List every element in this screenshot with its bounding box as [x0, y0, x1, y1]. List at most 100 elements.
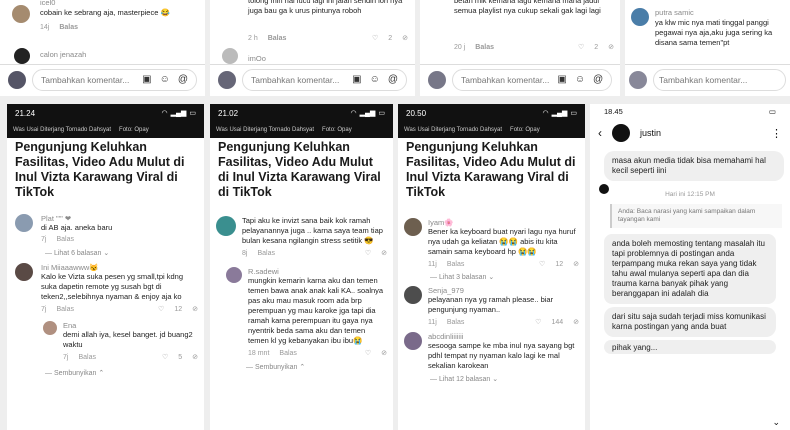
view-replies-link[interactable]: — Lihat 6 balasan ⌄ — [45, 249, 198, 257]
reply-button[interactable]: Balas — [447, 319, 465, 326]
wifi-icon: ◠ — [161, 110, 168, 117]
reply-button[interactable]: Balas — [268, 35, 287, 42]
heart-icon[interactable]: ♡ — [365, 249, 371, 257]
comment-time: 7j — [41, 236, 47, 243]
phone-screenshot-2: 21.02 ◠ ▂▄▆ ▭ Was Usai Diterjang Tornado Da… — [210, 104, 393, 430]
wifi-icon: ◠ — [350, 110, 357, 117]
dislike-icon[interactable]: ⊘ — [608, 43, 614, 51]
clock: 20.50 — [406, 108, 427, 118]
clock: 18.45 — [604, 107, 623, 116]
battery-icon: ▭ — [768, 107, 776, 116]
back-arrow-icon[interactable]: ‹ — [598, 126, 602, 140]
mention-icon[interactable]: @ — [593, 74, 603, 85]
article-headline: Pengunjung Keluhkan Fasilitas, Video Adu… — [210, 138, 393, 202]
news-bar: Was Usai Diterjang Tornado Dahsyat Foto: … — [398, 122, 585, 138]
image-icon[interactable]: ▣ — [352, 74, 361, 85]
reply-button[interactable]: Balas — [78, 354, 96, 361]
dislike-icon[interactable]: ⊘ — [381, 349, 387, 357]
emoji-icon[interactable]: ☺ — [160, 74, 170, 85]
signal-icon: ▂▄▆ — [359, 110, 376, 117]
hide-replies-link[interactable]: — Sembunyikan ⌃ — [246, 363, 387, 371]
battery-icon: ▭ — [378, 110, 385, 117]
signal-icon: ▂▄▆ — [170, 110, 187, 117]
message-bubble: masa akun media tidak bisa memahami hal … — [604, 151, 784, 181]
avatar — [226, 267, 242, 283]
news-bar: Was Usai Diterjang Tornado Dahsyat Foto: … — [7, 122, 204, 138]
dislike-icon[interactable]: ⊘ — [573, 260, 579, 268]
contact-name: justin — [640, 128, 662, 138]
comment-text: tolong min hal lucu lagi ini jalan sendi… — [248, 0, 403, 15]
avatar — [218, 70, 236, 89]
heart-icon[interactable]: ♡ — [578, 43, 584, 51]
more-menu-icon[interactable]: ⋮ — [771, 127, 782, 140]
reply-button[interactable]: Balas — [59, 24, 78, 31]
comment-input[interactable]: Tambahkan komentar... ▣ ☺ @ — [32, 68, 197, 91]
hide-replies-link[interactable]: — Sembunyikan ⌃ — [45, 369, 198, 377]
avatar — [404, 286, 422, 304]
emoji-icon[interactable]: ☺ — [370, 74, 380, 85]
phone-screenshot-1: 21.24 ◠ ▂▄▆ ▭ Was Usai Diterjang Tornado Da… — [7, 104, 204, 430]
dislike-icon[interactable]: ⊘ — [573, 318, 579, 326]
comment-time: 7j — [41, 305, 47, 313]
image-icon[interactable]: ▣ — [142, 74, 151, 85]
quoted-reply: Anda: Baca narasi yang kami sampaikan da… — [610, 204, 782, 228]
message-bubble: dari situ saja sudah terjadi miss komuni… — [604, 307, 776, 337]
comment-text: cobain ke sebrang aja, masterpiece 😂 — [40, 8, 170, 17]
reply-button[interactable]: Balas — [447, 261, 465, 268]
heart-icon[interactable]: ♡ — [365, 349, 371, 357]
comment-text: ya klw mic nya mati tinggal panggi pegaw… — [655, 18, 773, 47]
date-stamp: Hari ini 12:15 PM — [665, 191, 715, 198]
reply-button[interactable]: Balas — [56, 236, 74, 243]
reply-button[interactable]: Balas — [279, 350, 297, 357]
signal-icon: ▂▄▆ — [551, 110, 568, 117]
reply-button[interactable]: Balas — [56, 306, 74, 313]
chat-screenshot: 18.45 ▭ ‹ justin ⋮ masa akun media tidak … — [590, 104, 790, 430]
comment-time: 20 j — [454, 43, 466, 51]
comment-input-bar: Tambahkan komentar... — [625, 64, 790, 94]
comment-input[interactable]: Tambahkan komentar... ▣ ☺ @ — [452, 68, 613, 91]
status-bar: 21.24 ◠ ▂▄▆ ▭ — [7, 104, 204, 122]
avatar — [43, 321, 57, 335]
chevron-down-icon[interactable]: ⌄ — [772, 417, 780, 428]
battery-icon: ▭ — [570, 110, 577, 117]
commenter-name: Iyam🌸 — [428, 218, 454, 227]
comment-text: Kalo ke Vizta suka pesen yg small,tpi kd… — [41, 272, 184, 301]
wifi-icon: ◠ — [542, 110, 549, 117]
avatar — [15, 263, 33, 281]
comment-time: 14j — [40, 24, 50, 31]
comment-text: Tapi aku ke invizt sana baik kok ramah p… — [242, 216, 383, 245]
mention-icon[interactable]: @ — [178, 74, 188, 85]
comment-text: pelayanan nya yg ramah please.. biar pen… — [428, 295, 554, 314]
heart-icon[interactable]: ♡ — [158, 305, 164, 313]
heart-icon[interactable]: ♡ — [535, 318, 541, 326]
like-count: 12 — [555, 260, 564, 268]
dislike-icon[interactable]: ⊘ — [381, 249, 387, 257]
view-replies-link[interactable]: — Lihat 3 balasan ⌄ — [430, 273, 579, 281]
heart-icon[interactable]: ♡ — [162, 353, 168, 361]
message-bubble: pihak yang... — [604, 340, 776, 354]
comment-input-bar: Tambahkan komentar... ▣ ☺ @ — [210, 64, 415, 94]
mention-icon[interactable]: @ — [388, 74, 398, 85]
comment-input[interactable]: Tambahkan komentar... ▣ ☺ @ — [242, 68, 407, 91]
article-headline: Pengunjung Keluhkan Fasilitas, Video Adu… — [398, 138, 585, 202]
reply-button[interactable]: Balas — [257, 250, 275, 257]
dislike-icon[interactable]: ⊘ — [192, 353, 198, 361]
reply-button[interactable]: Balas — [475, 44, 494, 51]
dislike-icon[interactable]: ⊘ — [192, 305, 198, 313]
commenter-name: Ini Miiaaawww😼 — [41, 263, 99, 272]
comment-text: mungkin kemarin karna aku dan temen teme… — [248, 276, 384, 345]
emoji-icon[interactable]: ☺ — [575, 74, 585, 85]
comment-text: demi allah iya, kesel banget. jd buang2 … — [63, 330, 193, 349]
view-replies-link[interactable]: — Lihat 12 balasan ⌄ — [430, 375, 579, 383]
dislike-icon[interactable]: ⊘ — [402, 34, 408, 42]
like-count: 2 — [388, 34, 393, 42]
avatar — [612, 124, 630, 142]
status-bar: 18.45 ▭ — [590, 104, 790, 118]
status-bar: 20.50 ◠ ▂▄▆ ▭ — [398, 104, 585, 122]
avatar — [15, 214, 33, 232]
heart-icon[interactable]: ♡ — [539, 260, 545, 268]
comment-input[interactable]: Tambahkan komentar... — [653, 68, 786, 91]
image-icon[interactable]: ▣ — [557, 74, 566, 85]
heart-icon[interactable]: ♡ — [372, 34, 378, 42]
comment-text: Bener ka keyboard buat nyari lagu nya hu… — [428, 227, 576, 256]
